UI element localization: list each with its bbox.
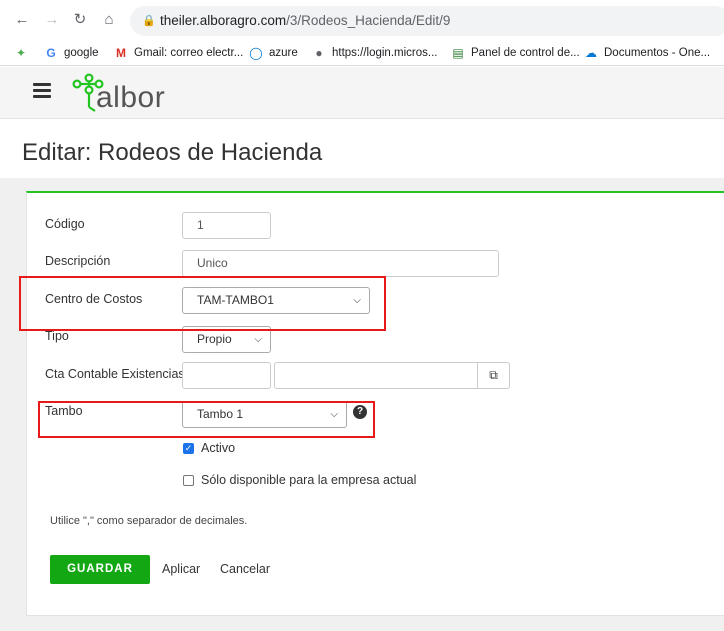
bookmark-label: https://login.micros...: [332, 47, 438, 59]
bookmark-gmail[interactable]: M Gmail: correo electr...: [114, 44, 243, 62]
activo-label: Activo: [201, 441, 236, 455]
bookmark-google[interactable]: G google: [44, 44, 99, 62]
bookmark-label: Documentos - One...: [604, 47, 711, 59]
page-title: Editar: Rodeos de Hacienda: [22, 139, 323, 166]
azure-icon: ◯: [249, 46, 263, 60]
activo-checkbox-row[interactable]: ✓ Activo: [183, 441, 235, 455]
url-path: /3/Rodeos_Hacienda/Edit/9: [286, 13, 451, 28]
globe-icon: ●: [315, 46, 323, 60]
bookmark-label: google: [64, 47, 99, 59]
cta-contable-label: Cta Contable Existencias: [45, 367, 185, 381]
solo-disponible-checkbox[interactable]: [183, 474, 194, 486]
codigo-input[interactable]: 1: [182, 212, 271, 239]
menu-icon[interactable]: [33, 83, 51, 98]
browser-toolbar: ← → ↻ ⌂ 🔒 theiler.alboragro.com/3/Rodeos…: [0, 0, 724, 40]
external-link-button[interactable]: ⧉: [477, 362, 510, 389]
bookmark-label: Gmail: correo electr...: [134, 47, 244, 59]
url-text: theiler.alboragro.com/3/Rodeos_Hacienda/…: [160, 13, 450, 28]
descripcion-label: Descripción: [45, 254, 111, 268]
lock-icon: 🔒: [142, 15, 156, 27]
tipo-label: Tipo: [45, 329, 69, 343]
decimal-separator-note: Utilice "," como separador de decimales.: [50, 515, 248, 527]
google-icon: G: [46, 46, 56, 60]
cta-contable-code-input[interactable]: [182, 362, 271, 389]
highlight-box-centro-costos: [19, 276, 386, 331]
app-header: albor: [0, 67, 724, 119]
save-button[interactable]: GUARDAR: [50, 555, 150, 584]
bookmark-microsoft-login[interactable]: ● https://login.micros...: [312, 44, 437, 62]
cancel-link[interactable]: Cancelar: [220, 562, 270, 576]
home-icon[interactable]: ⌂: [99, 10, 119, 30]
apply-link[interactable]: Aplicar: [162, 562, 200, 576]
cloud-icon: ☁: [585, 46, 597, 60]
solo-disponible-checkbox-row[interactable]: Sólo disponible para la empresa actual: [183, 473, 416, 487]
bookmark-label: Panel de control de...: [471, 47, 580, 59]
descripcion-input[interactable]: Unico: [182, 250, 499, 277]
forward-icon[interactable]: →: [42, 10, 62, 30]
logo-text: albor: [96, 81, 166, 114]
bookmark-azure[interactable]: ◯ azure: [249, 44, 298, 62]
back-icon[interactable]: ←: [12, 10, 32, 30]
url-host: theiler.alboragro.com: [160, 13, 287, 28]
codigo-label: Código: [45, 217, 85, 231]
activo-checkbox[interactable]: ✓: [183, 442, 194, 454]
bookmark-panel-control[interactable]: ▤ Panel de control de...: [451, 44, 580, 62]
highlight-box-tambo: [38, 401, 375, 438]
address-bar[interactable]: 🔒 theiler.alboragro.com/3/Rodeos_Haciend…: [130, 6, 724, 36]
bookmark-onedrive[interactable]: ☁ Documentos - One...: [584, 44, 710, 62]
document-icon: ▤: [452, 46, 464, 60]
cta-contable-name-input[interactable]: [274, 362, 478, 389]
plant-icon: ✦: [15, 46, 27, 60]
gmail-icon: M: [116, 46, 126, 60]
bookmarks-bar: ✦ G google M Gmail: correo electr... ◯ a…: [0, 40, 724, 66]
bookmark-label: azure: [269, 47, 298, 59]
reload-icon[interactable]: ↻: [70, 10, 90, 30]
solo-disponible-label: Sólo disponible para la empresa actual: [201, 473, 417, 487]
tipo-value: Propio: [197, 332, 232, 346]
external-link-icon: ⧉: [489, 368, 498, 382]
bookmark-plant[interactable]: ✦: [14, 44, 34, 62]
